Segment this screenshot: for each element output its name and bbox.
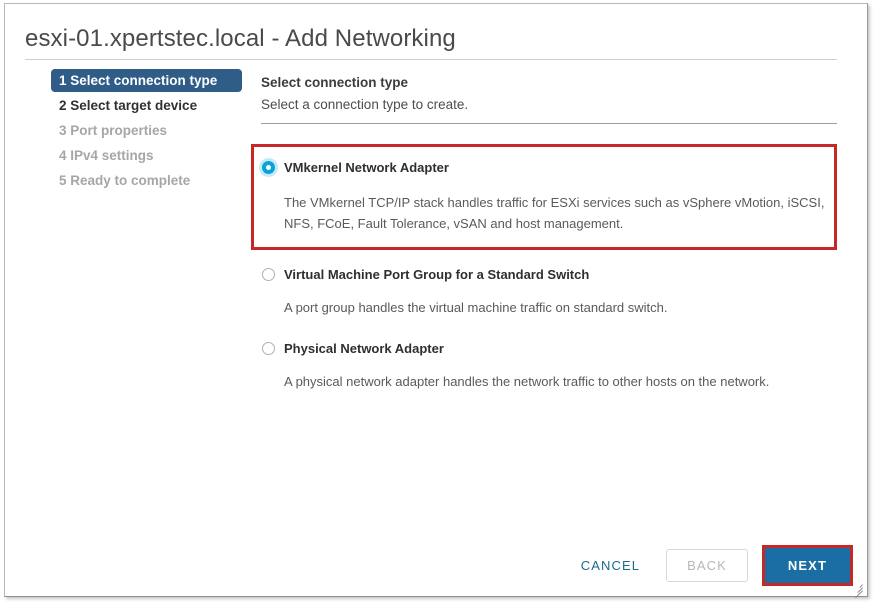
option-physical-adapter-row[interactable]: Physical Network Adapter	[251, 337, 837, 359]
next-button[interactable]: NEXT	[764, 548, 850, 583]
option-vm-port-group-label: Virtual Machine Port Group for a Standar…	[284, 266, 590, 282]
option-vm-port-group[interactable]: Virtual Machine Port Group for a Standar…	[251, 263, 837, 318]
option-vm-port-group-row[interactable]: Virtual Machine Port Group for a Standar…	[251, 263, 837, 285]
sidebar-item-step-5: 5 Ready to complete	[59, 173, 191, 188]
option-vmkernel-description: The VMkernel TCP/IP stack handles traffi…	[284, 195, 825, 231]
option-spacer	[251, 318, 837, 337]
option-physical-network-adapter[interactable]: Physical Network Adapter A physical netw…	[251, 337, 837, 392]
title-divider	[25, 59, 837, 60]
option-vmkernel-network-adapter[interactable]: VMkernel Network Adapter The VMkernel TC…	[251, 144, 837, 250]
radio-vm-port-group-icon[interactable]	[262, 267, 275, 281]
content-header: Select connection type Select a connecti…	[261, 74, 837, 124]
sidebar-item-step-1[interactable]: 1 Select connection type	[51, 69, 242, 92]
sidebar-item-step-2[interactable]: 2 Select target device	[51, 94, 246, 117]
option-vmkernel-label: VMkernel Network Adapter	[284, 159, 449, 175]
wizard-steps-sidebar: 1 Select connection type 2 Select target…	[51, 69, 246, 194]
add-networking-dialog: esxi-01.xpertstec.local - Add Networking…	[4, 3, 869, 599]
option-vm-port-group-description: A port group handles the virtual machine…	[284, 300, 668, 315]
back-button: BACK	[666, 549, 748, 582]
resize-grip-icon[interactable]	[851, 580, 863, 599]
content-subheading: Select a connection type to create.	[261, 97, 469, 112]
dialog-header: esxi-01.xpertstec.local - Add Networking	[25, 24, 837, 60]
connection-type-radio-group: VMkernel Network Adapter The VMkernel TC…	[251, 144, 837, 392]
radio-vmkernel-icon[interactable]	[262, 160, 275, 174]
next-button-highlight: NEXT	[761, 545, 853, 586]
cancel-button[interactable]: CANCEL	[567, 550, 654, 581]
option-vmkernel-row[interactable]: VMkernel Network Adapter	[254, 156, 834, 178]
content-heading: Select connection type	[261, 75, 409, 90]
footer-button-row: CANCEL BACK NEXT	[567, 545, 853, 586]
sidebar-item-step-3: 3 Port properties	[59, 123, 168, 138]
sidebar-item-step-4: 4 IPv4 settings	[59, 148, 154, 163]
option-physical-adapter-description: A physical network adapter handles the n…	[284, 374, 770, 389]
dialog-footer: CANCEL BACK NEXT	[5, 545, 869, 587]
radio-physical-adapter-icon[interactable]	[262, 341, 275, 355]
option-physical-adapter-label: Physical Network Adapter	[284, 340, 444, 356]
content-divider	[261, 123, 837, 124]
page-title: esxi-01.xpertstec.local - Add Networking	[25, 25, 456, 52]
